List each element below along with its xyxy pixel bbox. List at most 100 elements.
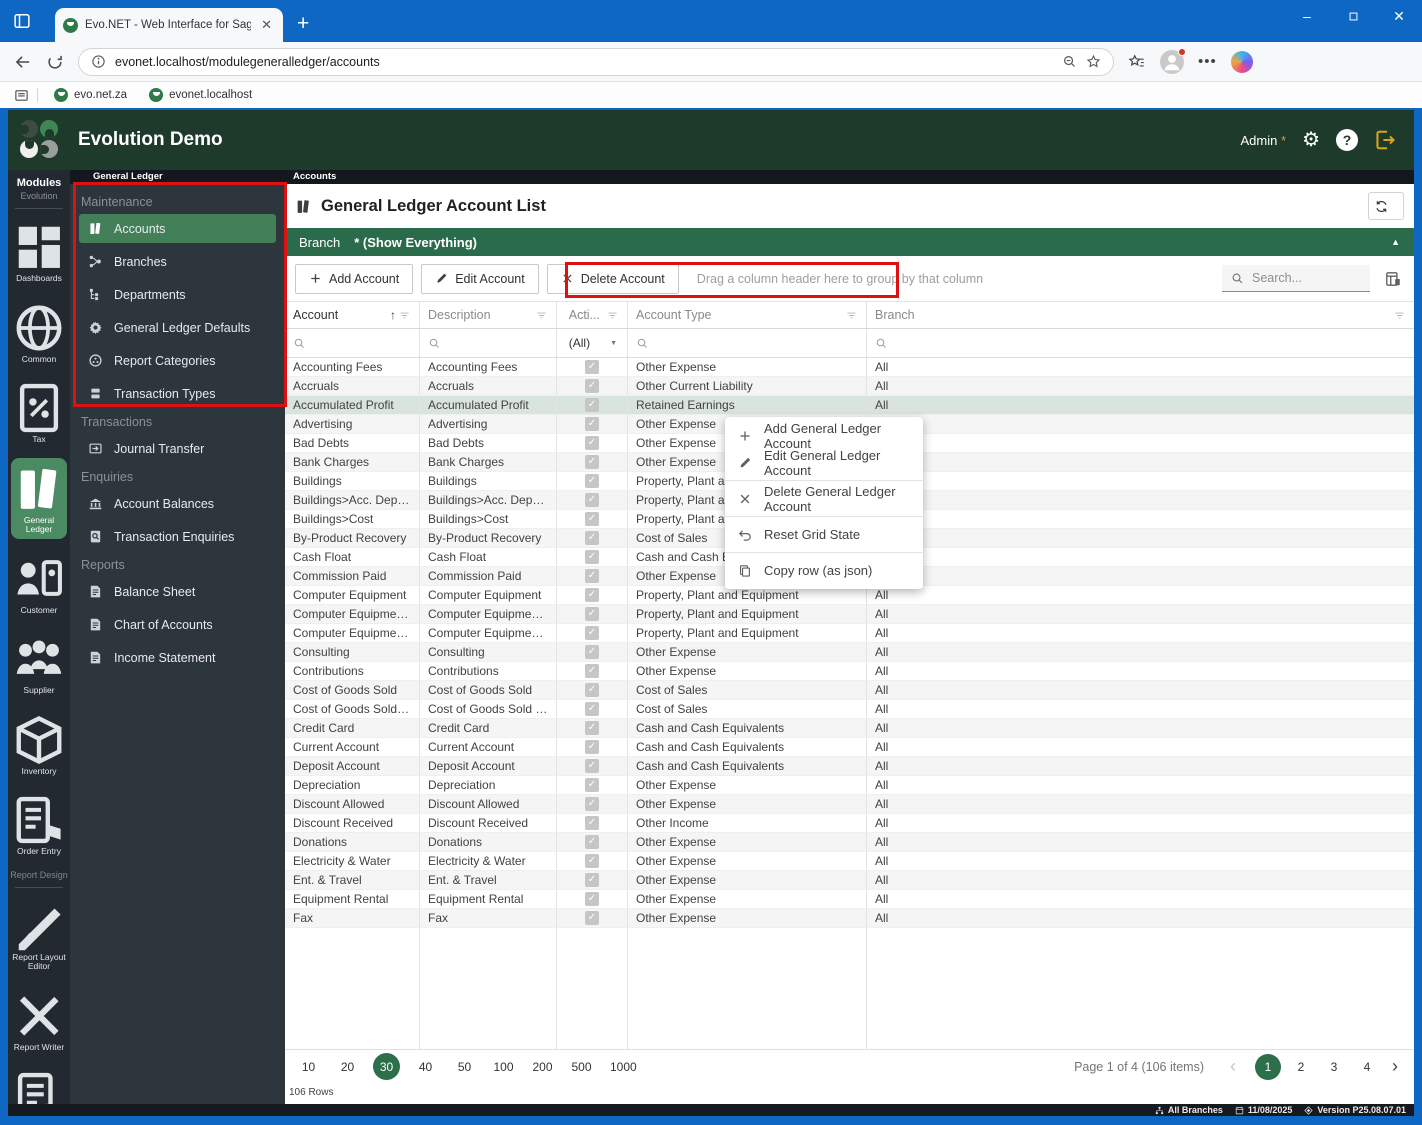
- filter-cell-branch[interactable]: [867, 329, 1414, 357]
- nav-item-report-categories[interactable]: Report Categories: [79, 346, 276, 375]
- table-row[interactable]: Electricity & Water Electricity & Water ✓ O…: [285, 852, 1414, 871]
- module-item-report-runner[interactable]: Report Runner: [11, 1065, 67, 1104]
- add-account-button[interactable]: Add Account: [295, 263, 414, 294]
- module-item-common[interactable]: Common: [11, 297, 67, 369]
- table-row[interactable]: Accruals Accruals ✓ Other Current Liability…: [285, 377, 1414, 396]
- page-number-2[interactable]: 2: [1288, 1054, 1314, 1080]
- next-page-icon[interactable]: ›: [1386, 1056, 1404, 1077]
- sort-ascending-icon[interactable]: ↑: [390, 308, 396, 322]
- profile-avatar[interactable]: [1160, 47, 1186, 74]
- context-menu-item-add-general-ledger-account[interactable]: Add General Ledger Account: [725, 421, 923, 451]
- reading-list-icon[interactable]: [14, 88, 29, 103]
- table-row[interactable]: Depreciation Depreciation ✓ Other Expense Al…: [285, 776, 1414, 795]
- browser-tab[interactable]: Evo.NET - Web Interface for Sage ✕: [55, 8, 283, 42]
- module-item-supplier[interactable]: Supplier: [11, 628, 67, 700]
- back-icon[interactable]: [14, 53, 32, 71]
- nav-item-transaction-enquiries[interactable]: Transaction Enquiries: [79, 522, 276, 551]
- filter-icon[interactable]: [398, 309, 411, 322]
- module-item-report-layout-editor[interactable]: Report Layout Editor: [11, 895, 67, 976]
- new-tab-button[interactable]: +: [297, 12, 309, 36]
- nav-item-account-balances[interactable]: Account Balances: [79, 489, 276, 518]
- column-header-branch[interactable]: Branch: [867, 302, 1414, 328]
- module-item-order-entry[interactable]: Order Entry: [11, 789, 67, 861]
- prev-page-icon[interactable]: ‹: [1224, 1056, 1242, 1077]
- help-icon[interactable]: ?: [1336, 129, 1358, 151]
- column-header-description[interactable]: Description: [420, 302, 557, 328]
- page-size-200[interactable]: 200: [529, 1053, 556, 1080]
- table-row[interactable]: Donations Donations ✓ Other Expense All: [285, 833, 1414, 852]
- module-item-general-ledger[interactable]: General Ledger: [11, 457, 67, 539]
- browser-menu-icon[interactable]: •••: [1198, 53, 1217, 70]
- window-maximize-button[interactable]: [1330, 0, 1376, 32]
- table-row[interactable]: Discount Received Discount Received ✓ Other…: [285, 814, 1414, 833]
- table-row[interactable]: Cost of Goods Sold - ... Cost of Goods So…: [285, 700, 1414, 719]
- context-menu-item-reset-grid-state[interactable]: Reset Grid State: [725, 521, 923, 548]
- nav-item-accounts[interactable]: Accounts: [79, 214, 276, 243]
- table-row[interactable]: Discount Allowed Discount Allowed ✓ Other E…: [285, 795, 1414, 814]
- table-row[interactable]: Ent. & Travel Ent. & Travel ✓ Other Expense…: [285, 871, 1414, 890]
- module-item-dashboards[interactable]: Dashboards: [11, 216, 67, 288]
- nav-item-balance-sheet[interactable]: Balance Sheet: [79, 577, 276, 606]
- grid-search-box[interactable]: [1222, 265, 1370, 292]
- delete-account-button[interactable]: Delete Account: [546, 263, 679, 294]
- page-size-10[interactable]: 10: [295, 1053, 322, 1080]
- table-row[interactable]: Accumulated Profit Accumulated Profit ✓ Ret…: [285, 396, 1414, 415]
- edit-account-button[interactable]: Edit Account: [421, 263, 539, 294]
- tab-workspaces-icon[interactable]: [12, 11, 32, 31]
- filter-icon[interactable]: [535, 309, 548, 322]
- collapse-chevron-icon[interactable]: ▲: [1391, 237, 1400, 247]
- table-row[interactable]: Equipment Rental Equipment Rental ✓ Other E…: [285, 890, 1414, 909]
- table-row[interactable]: Contributions Contributions ✓ Other Expense…: [285, 662, 1414, 681]
- table-row[interactable]: Current Account Current Account ✓ Cash and …: [285, 738, 1414, 757]
- column-header-account[interactable]: Account ↑: [285, 302, 420, 328]
- page-size-30[interactable]: 30: [373, 1053, 400, 1080]
- window-close-button[interactable]: ✕: [1376, 0, 1422, 32]
- table-row[interactable]: Computer Equipment... Computer Equipment.…: [285, 624, 1414, 643]
- page-number-1[interactable]: 1: [1255, 1053, 1281, 1080]
- page-size-40[interactable]: 40: [412, 1053, 439, 1080]
- table-row[interactable]: Computer Equipment... Computer Equipment.…: [285, 605, 1414, 624]
- page-size-1000[interactable]: 1000: [607, 1053, 640, 1080]
- reload-icon[interactable]: [46, 53, 64, 71]
- site-info-icon[interactable]: [91, 54, 106, 69]
- nav-item-chart-of-accounts[interactable]: Chart of Accounts: [79, 610, 276, 639]
- page-size-500[interactable]: 500: [568, 1053, 595, 1080]
- url-text[interactable]: evonet.localhost/modulegeneralledger/acc…: [115, 55, 1053, 69]
- table-row[interactable]: Consulting Consulting ✓ Other Expense All: [285, 643, 1414, 662]
- nav-item-departments[interactable]: Departments: [79, 280, 276, 309]
- module-item-inventory[interactable]: Inventory: [11, 709, 67, 781]
- table-row[interactable]: Cost of Goods Sold Cost of Goods Sold ✓ Cos…: [285, 681, 1414, 700]
- favorites-bar-icon[interactable]: [1128, 53, 1146, 71]
- zoom-out-icon[interactable]: [1062, 54, 1077, 69]
- nav-item-branches[interactable]: Branches: [79, 247, 276, 276]
- column-header-active[interactable]: Acti...: [557, 302, 628, 328]
- filter-cell-description[interactable]: [420, 329, 557, 357]
- nav-item-journal-transfer[interactable]: Journal Transfer: [79, 434, 276, 463]
- refresh-button[interactable]: [1368, 192, 1404, 220]
- module-item-tax[interactable]: Tax: [11, 377, 67, 449]
- branch-filter-bar[interactable]: Branch * (Show Everything) ▲: [285, 228, 1414, 256]
- copilot-icon[interactable]: [1230, 50, 1253, 73]
- nav-item-general-ledger-defaults[interactable]: General Ledger Defaults: [79, 313, 276, 342]
- context-menu-item-copy-row-as-json[interactable]: Copy row (as json): [725, 557, 923, 584]
- page-size-20[interactable]: 20: [334, 1053, 361, 1080]
- column-chooser-icon[interactable]: [1384, 270, 1402, 288]
- page-size-100[interactable]: 100: [490, 1053, 517, 1080]
- table-row[interactable]: Fax Fax ✓ Other Expense All: [285, 909, 1414, 928]
- tab-close-icon[interactable]: ✕: [258, 17, 275, 33]
- search-input[interactable]: [1252, 271, 1352, 285]
- user-menu[interactable]: Admin *: [1241, 133, 1287, 148]
- context-menu-item-edit-general-ledger-account[interactable]: Edit General Ledger Account: [725, 448, 923, 478]
- table-row[interactable]: Accounting Fees Accounting Fees ✓ Other Exp…: [285, 358, 1414, 377]
- bookmark-evo-net-za[interactable]: evo.net.za: [54, 88, 127, 102]
- filter-cell-account-type[interactable]: [628, 329, 867, 357]
- logout-icon[interactable]: [1374, 129, 1396, 151]
- module-item-customer[interactable]: Customer: [11, 548, 67, 620]
- table-row[interactable]: Deposit Account Deposit Account ✓ Cash and …: [285, 757, 1414, 776]
- context-menu-item-delete-general-ledger-account[interactable]: Delete General Ledger Account: [725, 484, 923, 514]
- page-size-50[interactable]: 50: [451, 1053, 478, 1080]
- nav-item-income-statement[interactable]: Income Statement: [79, 643, 276, 672]
- filter-icon[interactable]: [606, 309, 619, 322]
- filter-icon[interactable]: [845, 309, 858, 322]
- column-header-account-type[interactable]: Account Type: [628, 302, 867, 328]
